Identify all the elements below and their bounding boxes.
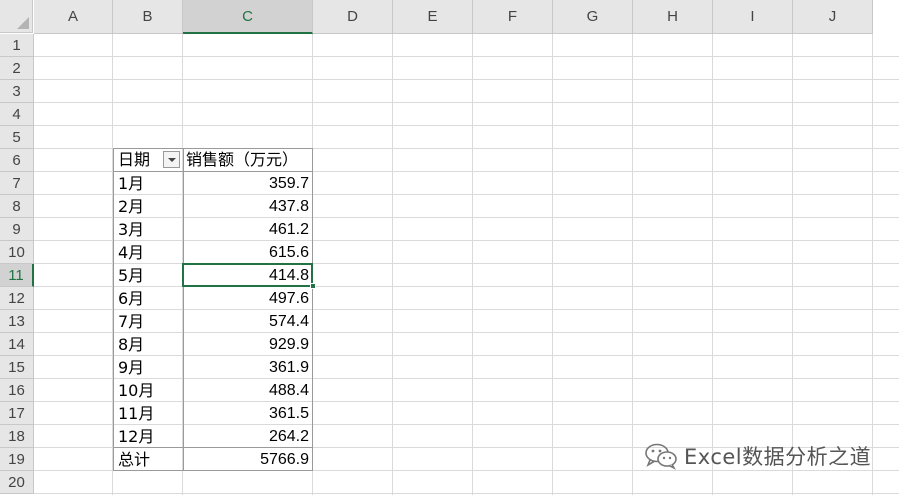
spreadsheet-grid[interactable]: A B C D E F G H I J 1 2 3 4 5 6 7 8 9 10 11 12 13 14 15 16 17 18 19 2… [0,0,899,495]
grid-row-line [34,125,899,126]
grid-row-line [34,401,899,402]
grid-column-line [392,34,393,495]
pivot-value-cell[interactable]: 461.2 [186,219,309,241]
grid-row-line [34,217,899,218]
grid-row-line [34,240,899,241]
row-header-16[interactable]: 16 [0,379,34,402]
pivot-value-cell[interactable]: 437.8 [186,196,309,218]
pivot-divider-border [183,149,184,471]
pivot-month-cell[interactable]: 10月 [118,380,154,402]
grid-row-line [34,263,899,264]
column-header-j[interactable]: J [793,0,873,34]
pivot-header-date[interactable]: 日期 [118,149,150,171]
column-header-a[interactable]: A [34,0,113,34]
filter-dropdown-button[interactable] [163,151,180,168]
pivot-value-cell[interactable]: 929.9 [186,334,309,356]
fill-handle[interactable] [310,283,316,289]
pivot-month-cell[interactable]: 3月 [118,219,144,241]
pivot-value-cell[interactable]: 574.4 [186,311,309,333]
pivot-left-border [113,149,114,471]
select-all-triangle-icon [17,17,29,29]
row-header-17[interactable]: 17 [0,402,34,425]
column-header-d[interactable]: D [313,0,393,34]
grid-row-line [34,286,899,287]
row-header-12[interactable]: 12 [0,287,34,310]
row-header-2[interactable]: 2 [0,57,34,80]
pivot-month-cell[interactable]: 1月 [118,173,144,195]
column-header-b[interactable]: B [113,0,183,34]
grid-column-line [632,34,633,495]
pivot-value-cell[interactable]: 615.6 [186,242,309,264]
pivot-value-cell[interactable]: 488.4 [186,380,309,402]
pivot-header-sales[interactable]: 销售额（万元） [186,149,298,171]
pivot-value-cell[interactable]: 497.6 [186,288,309,310]
pivot-month-cell[interactable]: 6月 [118,288,144,310]
pivot-month-cell[interactable]: 7月 [118,311,144,333]
grid-row-line [34,102,899,103]
grid-row-line [34,79,899,80]
watermark: Excel数据分析之道 [644,440,871,472]
pivot-month-cell[interactable]: 5月 [118,265,144,287]
row-header-14[interactable]: 14 [0,333,34,356]
pivot-header-border [113,171,313,172]
pivot-month-cell[interactable]: 9月 [118,357,144,379]
row-header-7[interactable]: 7 [0,172,34,195]
grid-row-line [34,378,899,379]
pivot-total-label[interactable]: 总计 [118,449,150,471]
pivot-month-cell[interactable]: 2月 [118,196,144,218]
grid-row-line [34,332,899,333]
column-header-c[interactable]: C [183,0,313,34]
grid-row-line [34,355,899,356]
pivot-total-value[interactable]: 5766.9 [186,449,309,471]
grid-row-line [34,493,899,494]
grid-column-line [552,34,553,495]
pivot-right-border [312,149,313,471]
pivot-value-cell[interactable]: 359.7 [186,173,309,195]
row-header-18[interactable]: 18 [0,425,34,448]
column-header-g[interactable]: G [553,0,633,34]
row-header-4[interactable]: 4 [0,103,34,126]
grid-column-line [712,34,713,495]
row-header-1[interactable]: 1 [0,34,34,57]
row-header-11[interactable]: 11 [0,264,34,287]
watermark-text: Excel数据分析之道 [684,445,872,469]
column-header-i[interactable]: I [713,0,793,34]
column-header-h[interactable]: H [633,0,713,34]
pivot-month-cell[interactable]: 12月 [118,426,154,448]
row-header-19[interactable]: 19 [0,448,34,471]
grid-row-line [34,56,899,57]
pivot-month-cell[interactable]: 8月 [118,334,144,356]
pivot-month-cell[interactable]: 11月 [118,403,154,425]
pivot-value-cell[interactable]: 361.9 [186,357,309,379]
row-header-13[interactable]: 13 [0,310,34,333]
row-header-3[interactable]: 3 [0,80,34,103]
grid-row-line [34,194,899,195]
wechat-icon [645,443,677,470]
pivot-month-cell[interactable]: 4月 [118,242,144,264]
row-header-8[interactable]: 8 [0,195,34,218]
grid-column-line [792,34,793,495]
row-header-6[interactable]: 6 [0,149,34,172]
grid-column-line [872,34,873,495]
row-header-9[interactable]: 9 [0,218,34,241]
row-header-15[interactable]: 15 [0,356,34,379]
filter-dropdown-icon [167,157,176,162]
column-header-f[interactable]: F [473,0,553,34]
pivot-value-cell[interactable]: 361.5 [186,403,309,425]
row-header-5[interactable]: 5 [0,126,34,149]
column-header-e[interactable]: E [393,0,473,34]
active-cell-selection[interactable] [182,263,313,287]
select-all-corner[interactable] [0,0,33,33]
row-header-10[interactable]: 10 [0,241,34,264]
grid-column-line [472,34,473,495]
row-header-20[interactable]: 20 [0,471,34,494]
grid-row-line [34,424,899,425]
grid-row-line [34,309,899,310]
pivot-value-cell[interactable]: 264.2 [186,426,309,448]
